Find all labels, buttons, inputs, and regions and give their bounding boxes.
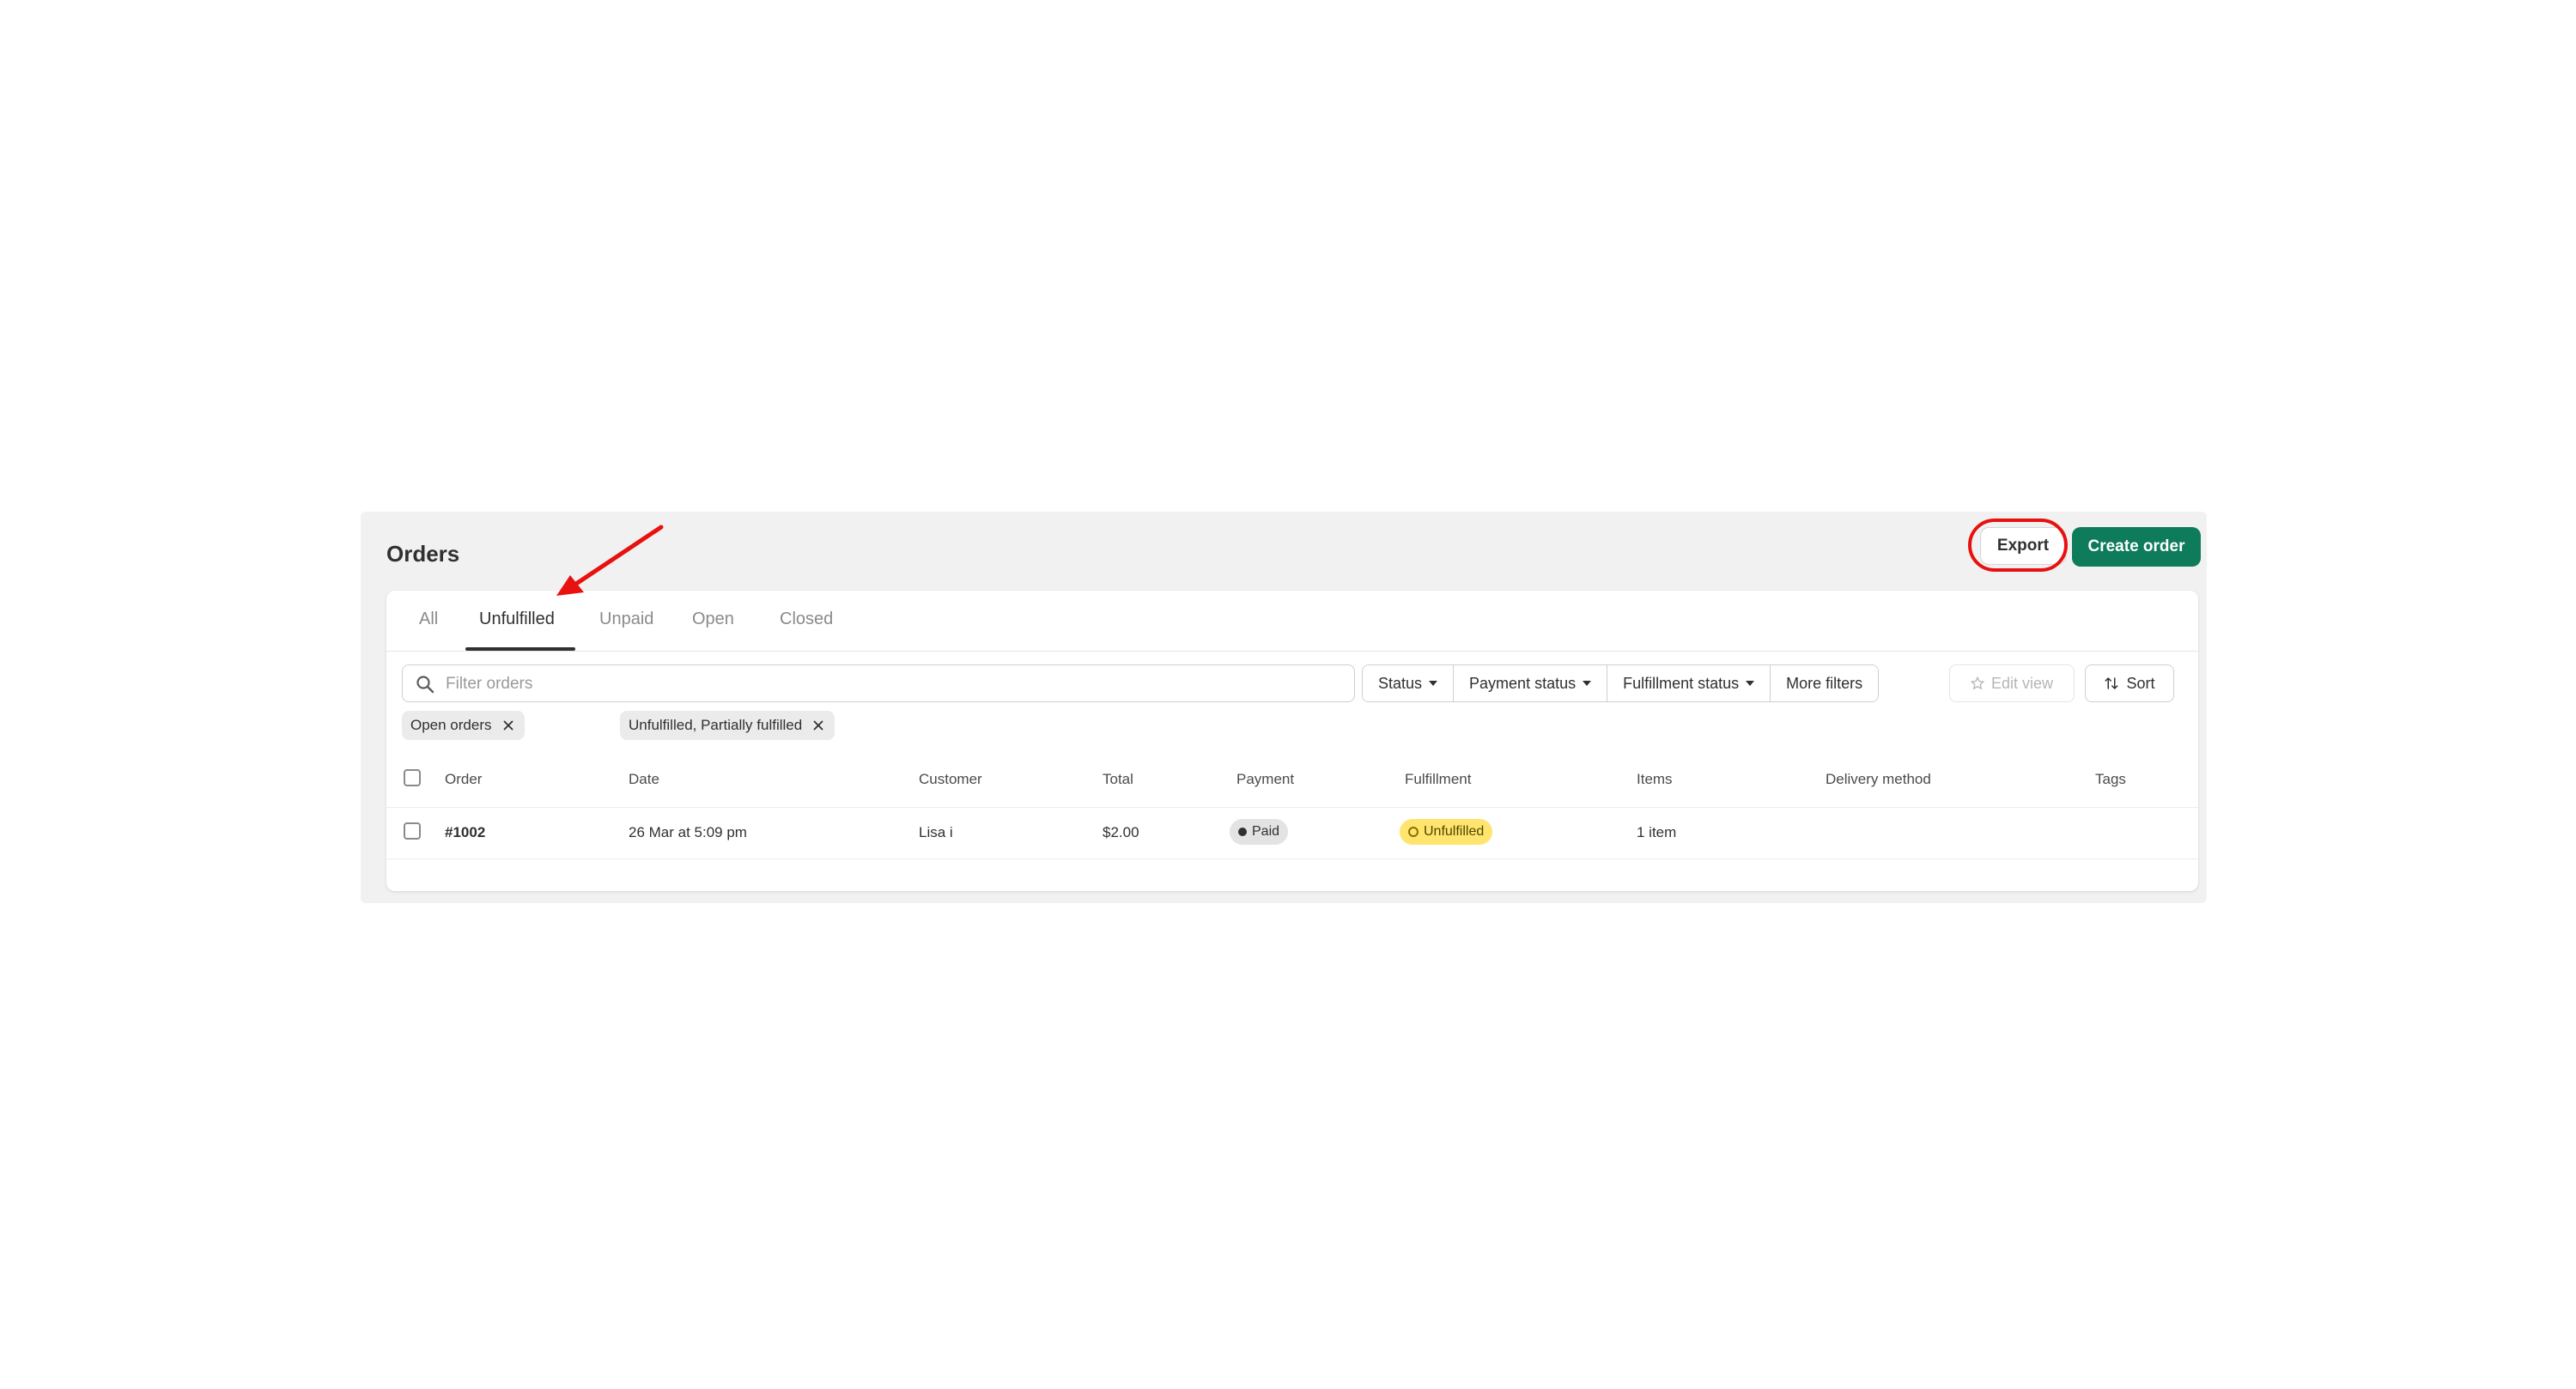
column-header-fulfillment[interactable]: Fulfillment	[1405, 771, 1471, 788]
applied-filter-chip: Open orders	[402, 711, 525, 740]
column-header-payment[interactable]: Payment	[1236, 771, 1294, 788]
tab-unpaid[interactable]: Unpaid	[596, 610, 657, 629]
column-header-tags[interactable]: Tags	[2095, 771, 2126, 788]
export-button[interactable]: Export	[1980, 527, 2066, 565]
status-dot-icon	[1238, 828, 1247, 836]
tab-closed[interactable]: Closed	[776, 610, 836, 629]
payment-status-filter-button[interactable]: Payment status	[1454, 665, 1608, 701]
order-number[interactable]: #1002	[445, 824, 485, 841]
status-filter-button[interactable]: Status	[1363, 665, 1455, 701]
active-tab-indicator	[465, 647, 575, 651]
orders-screen: Orders Export Create order All Unfulfill…	[361, 512, 2207, 903]
column-header-customer[interactable]: Customer	[919, 771, 982, 788]
payment-status-badge: Paid	[1230, 819, 1289, 845]
column-header-total[interactable]: Total	[1103, 771, 1133, 788]
fulfillment-status-label: Unfulfilled	[1424, 824, 1485, 839]
payment-status-filter-label: Payment status	[1469, 674, 1577, 692]
chip-label: Unfulfilled, Partially fulfilled	[629, 717, 803, 733]
column-header-order[interactable]: Order	[445, 771, 482, 788]
edit-view-button[interactable]: Edit view	[1949, 664, 2075, 702]
fulfillment-status-filter-button[interactable]: Fulfillment status	[1607, 665, 1771, 701]
status-ring-icon	[1408, 827, 1419, 837]
page-title: Orders	[386, 541, 460, 567]
select-all-checkbox[interactable]	[404, 769, 421, 786]
applied-filter-chip: Unfulfilled, Partially fulfilled	[620, 711, 835, 740]
close-icon[interactable]	[811, 718, 826, 733]
tab-unfulfilled[interactable]: Unfulfilled	[476, 610, 558, 629]
caret-down-icon	[1429, 681, 1438, 686]
filter-orders-search[interactable]	[402, 664, 1355, 702]
column-header-date[interactable]: Date	[629, 771, 659, 788]
create-order-button[interactable]: Create order	[2072, 527, 2201, 567]
tab-open[interactable]: Open	[689, 610, 738, 629]
star-icon	[1970, 676, 1984, 690]
close-icon[interactable]	[501, 718, 516, 733]
tab-all[interactable]: All	[416, 610, 441, 629]
order-date: 26 Mar at 5:09 pm	[629, 824, 747, 840]
caret-down-icon	[1583, 681, 1592, 686]
search-icon	[416, 676, 434, 694]
sort-button[interactable]: Sort	[2085, 664, 2174, 702]
table-row[interactable]: #1002 26 Mar at 5:09 pm Lisa i $2.00 Pai…	[386, 807, 2198, 859]
table-header: Order Date Customer Total Payment Fulfil…	[386, 750, 2198, 808]
sort-icon	[2105, 677, 2118, 689]
more-filters-button[interactable]: More filters	[1771, 665, 1879, 701]
row-checkbox[interactable]	[404, 822, 421, 840]
filter-button-group: Status Payment status Fulfillment status…	[1362, 664, 1880, 702]
chip-label: Open orders	[410, 717, 492, 733]
caret-down-icon	[1746, 681, 1755, 686]
order-customer: Lisa i	[919, 824, 953, 840]
status-filter-label: Status	[1378, 674, 1423, 692]
column-header-delivery-method[interactable]: Delivery method	[1826, 771, 1931, 788]
orders-card: All Unfulfilled Unpaid Open Closed Statu…	[386, 591, 2198, 891]
search-input[interactable]	[444, 670, 1340, 698]
column-header-items[interactable]: Items	[1637, 771, 1673, 788]
order-total: $2.00	[1103, 824, 1139, 840]
tab-bar: All Unfulfilled Unpaid Open Closed	[386, 591, 2198, 652]
fulfillment-status-filter-label: Fulfillment status	[1623, 674, 1740, 692]
fulfillment-status-badge: Unfulfilled	[1400, 819, 1493, 845]
sort-label: Sort	[2126, 674, 2155, 692]
order-items: 1 item	[1637, 824, 1677, 840]
payment-status-label: Paid	[1252, 824, 1280, 839]
edit-view-label: Edit view	[1990, 674, 2054, 692]
more-filters-label: More filters	[1786, 674, 1863, 692]
